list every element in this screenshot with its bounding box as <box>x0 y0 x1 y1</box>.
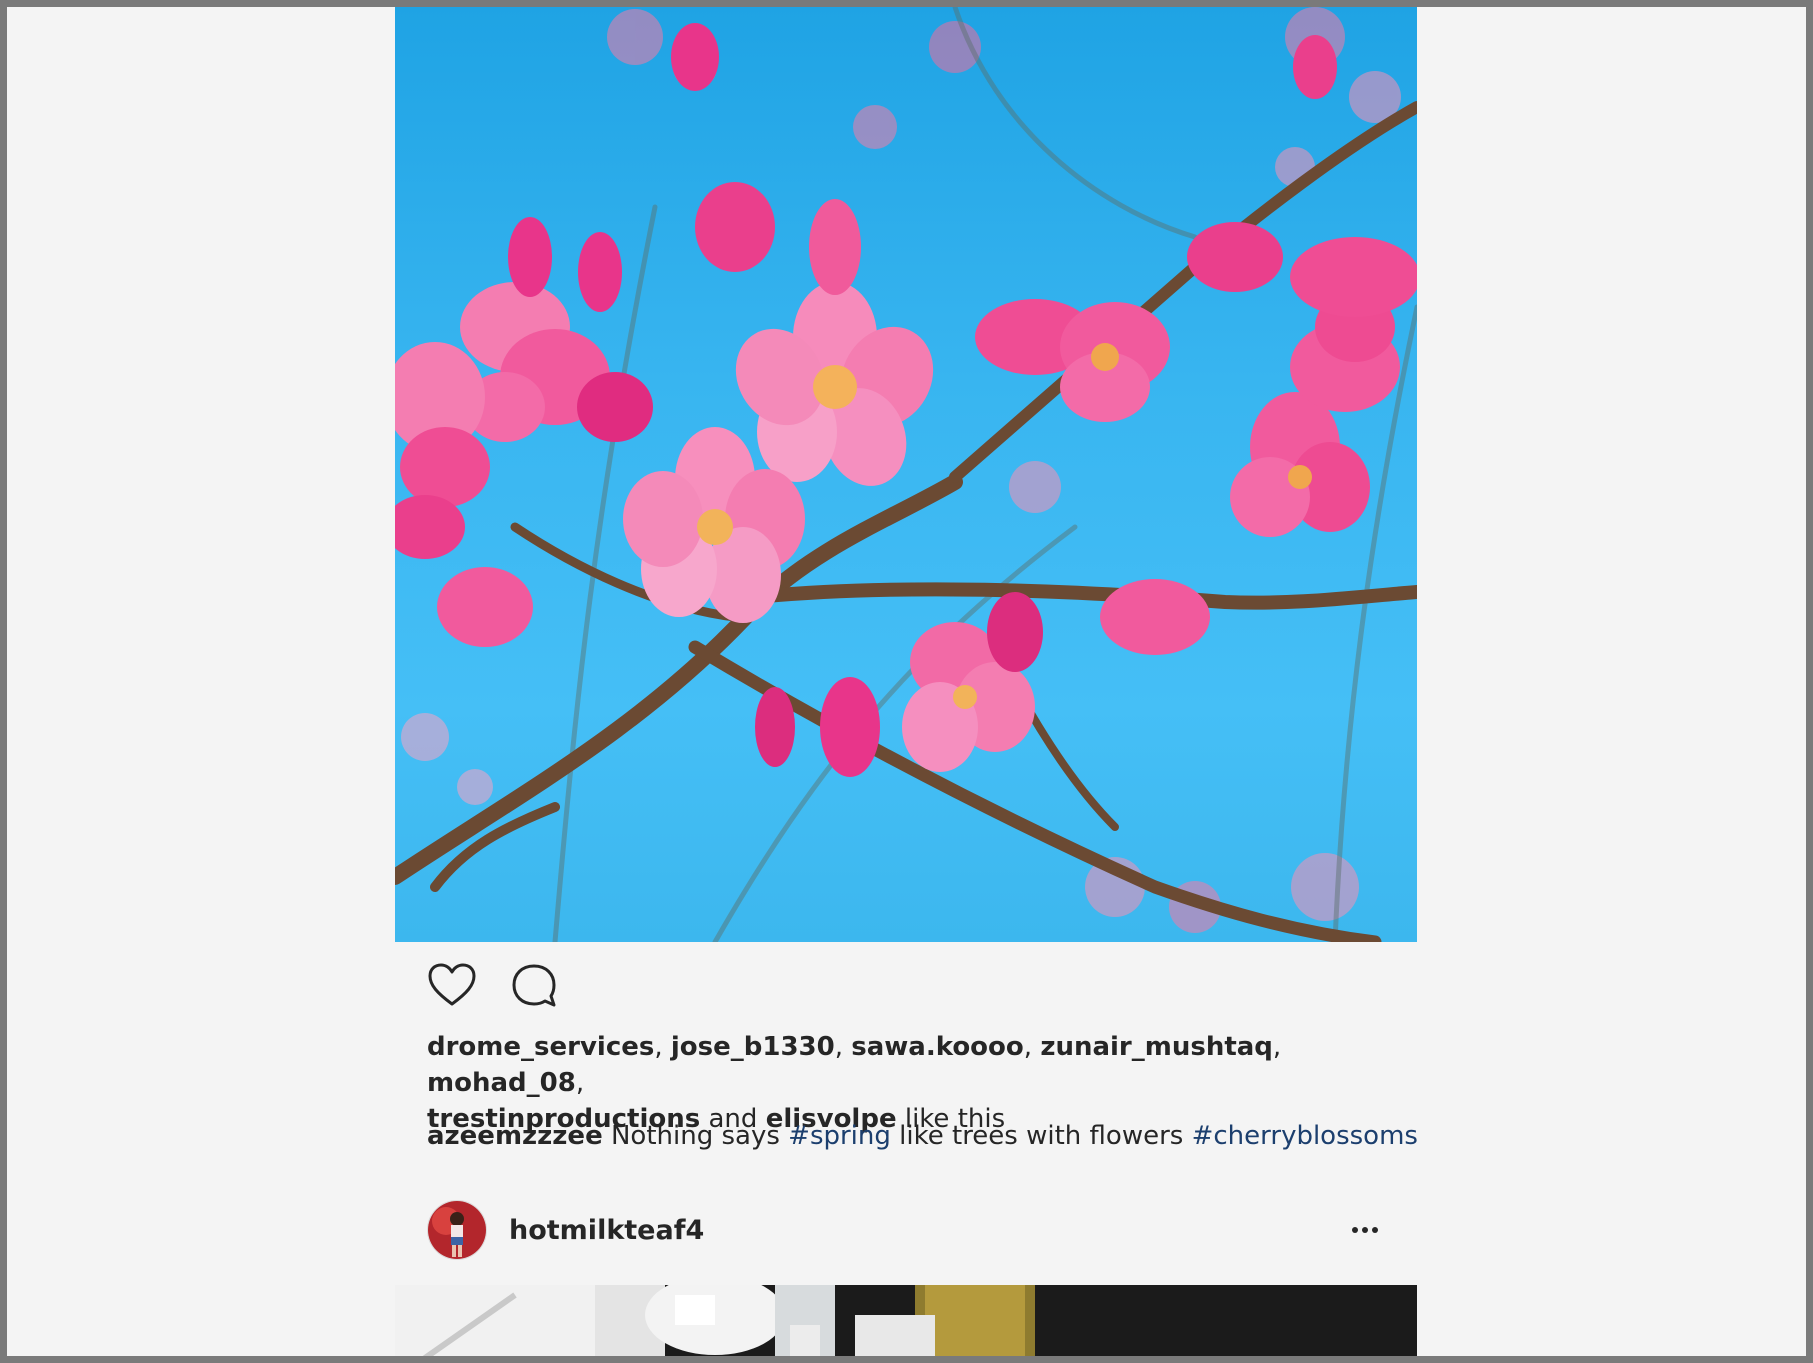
caption-username-link[interactable]: azeemzzzee <box>427 1121 603 1151</box>
post-actions <box>427 960 559 1012</box>
like-user-link[interactable]: drome_services <box>427 1032 654 1062</box>
feed: drome_services, jose_b1330, sawa.koooo, … <box>395 7 1417 1356</box>
hashtag-link[interactable]: #cherryblossoms <box>1192 1121 1417 1151</box>
next-post-username-link[interactable]: hotmilkteaf4 <box>509 1215 704 1246</box>
next-post-photo-preview <box>395 1285 1417 1356</box>
next-post-photo[interactable] <box>395 1285 1417 1356</box>
like-user-link[interactable]: zunair_mushtaq <box>1040 1032 1273 1062</box>
like-user-link[interactable]: mohad_08 <box>427 1068 576 1098</box>
like-user-link[interactable]: sawa.koooo <box>851 1032 1024 1062</box>
caption-text: Nothing says <box>602 1121 789 1151</box>
cherry-blossom-illustration <box>395 7 1417 942</box>
separator: , <box>1272 1032 1282 1062</box>
separator: , <box>575 1068 585 1098</box>
comment-icon[interactable] <box>509 961 559 1011</box>
heart-icon[interactable] <box>427 961 477 1011</box>
caption-text: like trees with flowers <box>890 1121 1192 1151</box>
post-photo-cherry-blossoms[interactable] <box>395 7 1417 942</box>
avatar[interactable] <box>427 1200 487 1260</box>
more-options-icon[interactable] <box>1345 1215 1385 1245</box>
separator: , <box>834 1032 852 1062</box>
post-caption: azeemzzzee Nothing says #spring like tre… <box>427 1118 1417 1154</box>
separator: , <box>1023 1032 1041 1062</box>
hashtag-link[interactable]: #spring <box>788 1121 891 1151</box>
separator: , <box>654 1032 671 1062</box>
next-post-header: hotmilkteaf4 <box>427 1195 1385 1265</box>
like-user-link[interactable]: jose_b1330 <box>671 1032 835 1062</box>
